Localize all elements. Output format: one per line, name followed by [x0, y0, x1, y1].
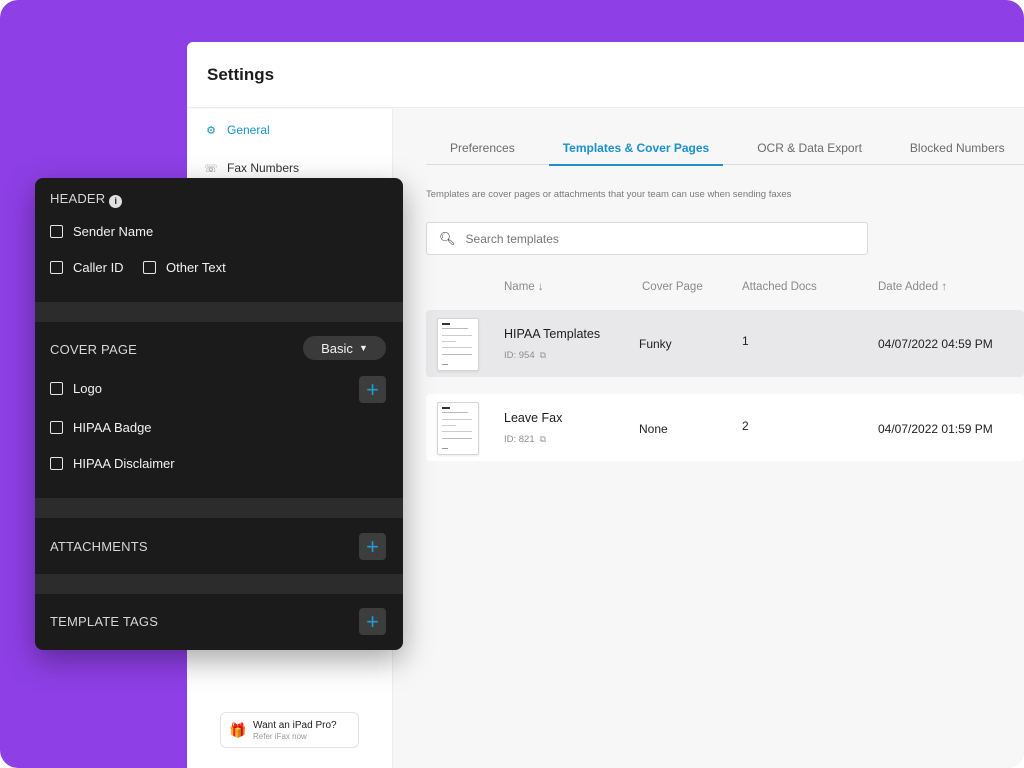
promo-subtitle: Refer iFax now — [253, 731, 307, 741]
add-attachment-button[interactable]: + — [359, 533, 386, 560]
template-editor-panel: HEADER i Sender Name Caller ID Other Text… — [35, 178, 403, 650]
tab-bar: Preferences Templates & Cover Pages OCR … — [426, 133, 1024, 166]
tab-ocr-data-export[interactable]: OCR & Data Export — [733, 133, 886, 165]
date-added-value: 04/07/2022 01:59 PM — [878, 422, 993, 436]
column-header-name[interactable]: Name ↓ — [504, 281, 544, 293]
tab-templates-cover-pages[interactable]: Templates & Cover Pages — [539, 133, 734, 166]
header-section: HEADER i Sender Name Caller ID Other Text — [35, 178, 403, 302]
sidebar-item-label: General — [227, 123, 270, 137]
gift-icon: 🎁 — [229, 722, 247, 738]
column-header-attached-docs[interactable]: Attached Docs — [742, 281, 817, 293]
info-icon[interactable]: i — [109, 194, 123, 208]
checkbox-box[interactable] — [50, 457, 63, 470]
attached-docs-value: 2 — [742, 419, 749, 433]
template-name[interactable]: HIPAA Templates — [504, 327, 600, 341]
cover-page-value: None — [639, 422, 668, 436]
search-box[interactable]: 🔍︎ — [426, 222, 868, 255]
copy-icon[interactable]: ⧉ — [540, 434, 546, 445]
checkbox-sender-name[interactable]: Sender Name — [50, 224, 153, 239]
template-tags-section-title: TEMPLATE TAGS — [50, 614, 159, 629]
template-id: ID: 954 ⧉ — [504, 350, 547, 361]
copy-icon[interactable]: ⧉ — [540, 350, 546, 361]
template-thumbnail — [437, 318, 479, 371]
checkbox-caller-id[interactable]: Caller ID — [50, 260, 124, 275]
template-name[interactable]: Leave Fax — [504, 411, 562, 425]
table-row[interactable]: Leave Fax ID: 821 ⧉ None 2 04/07/2022 01… — [426, 394, 1024, 461]
checkbox-hipaa-badge[interactable]: HIPAA Badge — [50, 420, 152, 435]
cover-style-dropdown[interactable]: Basic ▼ — [303, 336, 386, 360]
divider — [35, 574, 403, 594]
sort-up-icon: ↑ — [941, 281, 948, 293]
template-thumbnail — [437, 402, 479, 455]
cover-page-section-title: COVER PAGE — [50, 342, 138, 357]
add-logo-button[interactable]: + — [359, 376, 386, 403]
divider — [35, 498, 403, 518]
sidebar-item-label: Fax Numbers — [227, 161, 300, 175]
checkbox-logo[interactable]: Logo — [50, 381, 102, 396]
tab-blocked-numbers[interactable]: Blocked Numbers — [886, 133, 1024, 165]
tab-preferences[interactable]: Preferences — [426, 133, 539, 165]
app-header: Settings — [187, 42, 1024, 108]
intro-text: Templates are cover pages or attachments… — [426, 189, 792, 200]
referral-promo-button[interactable]: 🎁 Want an iPad Pro? Refer iFax now — [220, 712, 359, 748]
checkbox-hipaa-disclaimer[interactable]: HIPAA Disclaimer — [50, 456, 175, 471]
header-section-title: HEADER i — [50, 191, 123, 208]
sidebar-item-general[interactable]: ⚙ General — [187, 111, 392, 149]
template-id: ID: 821 ⧉ — [504, 434, 547, 445]
date-added-value: 04/07/2022 04:59 PM — [878, 337, 993, 351]
page-title: Settings — [207, 64, 275, 84]
cover-page-value: Funky — [639, 337, 672, 351]
checkbox-box[interactable] — [50, 421, 63, 434]
attachments-section-title: ATTACHMENTS — [50, 539, 148, 554]
checkbox-box[interactable] — [50, 382, 63, 395]
main-content: Preferences Templates & Cover Pages OCR … — [393, 109, 1024, 768]
column-header-cover-page[interactable]: Cover Page — [642, 281, 703, 293]
gear-icon: ⚙ — [206, 124, 216, 137]
search-input[interactable] — [465, 231, 846, 246]
checkbox-box[interactable] — [143, 261, 156, 274]
table-row[interactable]: HIPAA Templates ID: 954 ⧉ Funky 1 04/07/… — [426, 310, 1024, 377]
promo-title: Want an iPad Pro? — [253, 719, 337, 731]
checkbox-other-text[interactable]: Other Text — [143, 260, 226, 275]
sort-down-icon: ↓ — [537, 281, 544, 293]
checkbox-box[interactable] — [50, 225, 63, 238]
divider — [35, 302, 403, 322]
add-tag-button[interactable]: + — [359, 608, 386, 635]
fax-icon: ☏ — [204, 162, 218, 175]
chevron-down-icon: ▼ — [358, 343, 368, 353]
purple-background: Settings ⚙ General ☏ Fax Numbers 🎁 Want … — [0, 0, 1024, 768]
attached-docs-value: 1 — [742, 334, 749, 348]
search-icon: 🔍︎ — [439, 230, 456, 246]
column-header-date-added[interactable]: Date Added ↑ — [878, 281, 947, 293]
checkbox-box[interactable] — [50, 261, 63, 274]
